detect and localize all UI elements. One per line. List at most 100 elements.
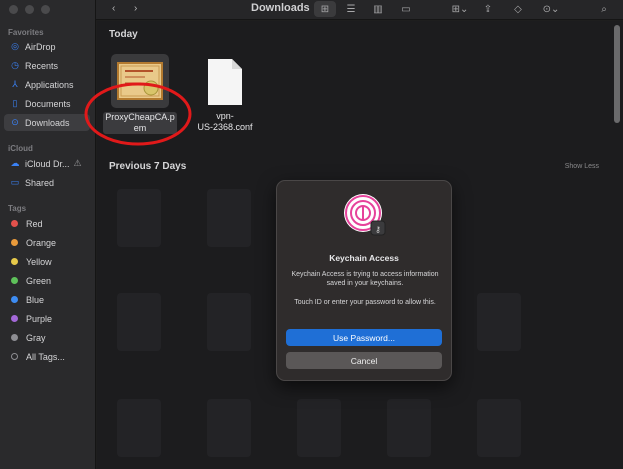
shared-folder-icon: ▭ <box>10 177 20 187</box>
document-icon: ▯ <box>12 98 18 108</box>
sidebar-item-label: Applications <box>25 79 74 90</box>
list-icon: ☰ <box>346 3 356 15</box>
sidebar-item-label: Purple <box>26 313 53 324</box>
dialog-instruction: Touch ID or enter your password to allow… <box>294 299 436 306</box>
tag-button[interactable]: ◇ <box>510 1 526 17</box>
minimize-window-button[interactable] <box>25 5 34 14</box>
sidebar-item-label: Gray <box>26 332 46 343</box>
tag-color-dot <box>11 296 18 303</box>
file-thumbnail[interactable] <box>477 293 521 351</box>
list-view-button[interactable]: ☰ <box>341 1 361 17</box>
back-icon[interactable]: ‹ <box>112 3 115 14</box>
sidebar-item-documents[interactable]: ▯ Documents <box>4 95 90 112</box>
sidebar-item-label: All Tags... <box>26 351 65 362</box>
cloud-icon: ☁ <box>10 158 20 168</box>
file-thumbnail[interactable] <box>387 399 431 457</box>
share-button[interactable]: ⇪ <box>480 1 496 17</box>
tag-icon: ◇ <box>514 3 522 15</box>
warning-icon: ⚠ <box>73 158 82 168</box>
sidebar-item-label: Recents <box>25 60 59 71</box>
ellipsis-icon: ⊙⌄ <box>542 3 560 15</box>
show-less-link[interactable]: Show Less <box>565 163 599 170</box>
sidebar-item-label: Downloads <box>25 117 70 128</box>
all-tags-icon <box>11 353 18 360</box>
file-thumbnail[interactable] <box>207 399 251 457</box>
file-thumbnail[interactable] <box>477 399 521 457</box>
sidebar-item-label: Orange <box>26 237 57 248</box>
sidebar-all-tags[interactable]: All Tags... <box>4 348 90 365</box>
clock-icon: ◷ <box>11 60 19 70</box>
sidebar-item-label: Documents <box>25 98 71 109</box>
sidebar-item-shared[interactable]: ▭ Shared <box>4 174 90 191</box>
sidebar-item-applications[interactable]: ⅄ Applications <box>4 76 90 93</box>
tag-color-dot <box>11 239 18 246</box>
dialog-title: Keychain Access <box>329 253 399 263</box>
document-icon <box>208 59 242 105</box>
favorites-heading: Favorites <box>8 28 44 37</box>
group-icon: ⊞⌄ <box>451 3 469 15</box>
dialog-message: Keychain Access is trying to access info… <box>291 271 439 287</box>
zoom-window-button[interactable] <box>41 5 50 14</box>
columns-icon: ▥ <box>373 3 383 15</box>
sidebar-item-label: AirDrop <box>25 41 56 52</box>
sidebar-item-label: Blue <box>26 294 45 305</box>
icon-view-button[interactable]: ⊞ <box>314 1 336 17</box>
tag-color-dot <box>11 334 18 341</box>
keychain-access-dialog: ⚷ Keychain Access Keychain Access is try… <box>276 180 452 381</box>
window-title: Downloads <box>251 2 310 14</box>
search-button[interactable]: ⌕ <box>596 1 612 17</box>
touch-id-icon: ⚷ <box>344 194 386 236</box>
tag-color-dot <box>11 258 18 265</box>
share-icon: ⇪ <box>483 3 493 15</box>
sidebar: Favorites ◎ AirDrop ◷ Recents ⅄ Applicat… <box>0 0 96 469</box>
sidebar-item-label: iCloud Dr... <box>25 158 70 169</box>
tag-color-dot <box>11 220 18 227</box>
window-controls <box>9 5 50 14</box>
applications-icon: ⅄ <box>12 79 18 89</box>
sidebar-tag-green[interactable]: Green <box>4 272 90 289</box>
forward-icon[interactable]: › <box>134 3 137 14</box>
tag-color-dot <box>11 315 18 322</box>
column-view-button[interactable]: ▥ <box>368 1 388 17</box>
tag-color-dot <box>11 277 18 284</box>
file-thumbnail[interactable] <box>207 293 251 351</box>
svg-text:⚷: ⚷ <box>375 225 381 234</box>
file-thumbnail[interactable] <box>117 293 161 351</box>
cancel-button[interactable]: Cancel <box>286 352 442 369</box>
sidebar-item-label: Shared <box>25 177 55 188</box>
file-thumbnail[interactable] <box>117 189 161 247</box>
file-thumbnail[interactable] <box>297 399 341 457</box>
icloud-heading: iCloud <box>8 144 33 153</box>
sidebar-tag-purple[interactable]: Purple <box>4 310 90 327</box>
group-button[interactable]: ⊞⌄ <box>448 1 472 17</box>
scrollbar[interactable] <box>614 25 620 123</box>
sidebar-item-label: Green <box>26 275 52 286</box>
downloads-icon: ⊙ <box>11 117 19 127</box>
sidebar-tag-blue[interactable]: Blue <box>4 291 90 308</box>
tags-heading: Tags <box>8 204 27 213</box>
annotation-circle <box>84 82 192 146</box>
airdrop-icon: ◎ <box>11 41 19 51</box>
gallery-view-button[interactable]: ▭ <box>396 1 416 17</box>
sidebar-item-icloud-drive[interactable]: ☁ iCloud Dr... ⚠ <box>4 155 90 172</box>
sidebar-item-downloads[interactable]: ⊙ Downloads <box>4 114 90 131</box>
close-window-button[interactable] <box>9 5 18 14</box>
search-icon: ⌕ <box>601 3 607 15</box>
sidebar-item-airdrop[interactable]: ◎ AirDrop <box>4 38 90 55</box>
file-name: vpn- US-2368.conf <box>197 111 253 132</box>
sidebar-tag-yellow[interactable]: Yellow <box>4 253 90 270</box>
sidebar-tag-orange[interactable]: Orange <box>4 234 90 251</box>
sidebar-tag-gray[interactable]: Gray <box>4 329 90 346</box>
toolbar: ‹ › Downloads ⊞ ☰ ▥ ▭ ⊞⌄ ⇪ ◇ ⊙⌄ ⌕ <box>96 0 623 20</box>
sidebar-tag-red[interactable]: Red <box>4 215 90 232</box>
sidebar-item-label: Red <box>26 218 43 229</box>
use-password-button[interactable]: Use Password... <box>286 329 442 346</box>
file-thumbnail[interactable] <box>207 189 251 247</box>
sidebar-item-recents[interactable]: ◷ Recents <box>4 57 90 74</box>
sidebar-item-label: Yellow <box>26 256 52 267</box>
gallery-icon: ▭ <box>401 3 411 15</box>
section-today: Today <box>109 29 138 40</box>
file-thumbnail[interactable] <box>117 399 161 457</box>
file-item-conf[interactable]: vpn- US-2368.conf <box>190 57 260 133</box>
more-actions-button[interactable]: ⊙⌄ <box>539 1 563 17</box>
